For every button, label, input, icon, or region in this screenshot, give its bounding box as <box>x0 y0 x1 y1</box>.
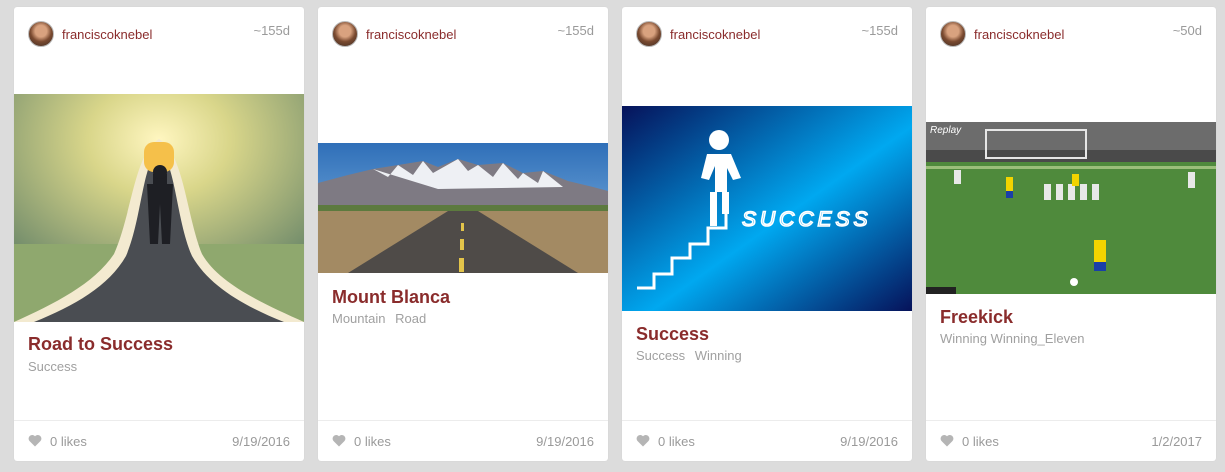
author-link[interactable]: franciscoknebel <box>62 27 152 42</box>
post-card[interactable]: franciscoknebel ~155d Mount Blanca Mount… <box>318 7 608 461</box>
tag[interactable]: Winning <box>695 348 742 363</box>
card-header: franciscoknebel ~155d <box>636 21 898 51</box>
post-title[interactable]: Road to Success <box>28 334 173 355</box>
likes-count: 0 likes <box>658 434 695 449</box>
post-image-freekick[interactable]: Replay <box>926 122 1216 294</box>
post-age: ~155d <box>253 23 290 38</box>
likes-count: 0 likes <box>962 434 999 449</box>
post-image-mount-blanca[interactable] <box>318 143 608 273</box>
post-date: 9/19/2016 <box>536 434 594 449</box>
success-graphic-text: SUCCESS <box>742 208 872 231</box>
post-title[interactable]: Freekick <box>940 307 1013 328</box>
post-age: ~50d <box>1172 23 1202 38</box>
post-date: 9/19/2016 <box>232 434 290 449</box>
post-tags: Mountain Road <box>332 311 432 326</box>
post-card[interactable]: franciscoknebel ~50d Replay Freekick Win… <box>926 7 1216 461</box>
heart-icon[interactable] <box>940 434 954 447</box>
heart-icon[interactable] <box>332 434 346 447</box>
avatar[interactable] <box>28 21 54 47</box>
avatar[interactable] <box>940 21 966 47</box>
author-link[interactable]: franciscoknebel <box>974 27 1064 42</box>
card-footer: 0 likes 9/19/2016 <box>318 420 608 461</box>
post-tags: Success Winning <box>636 348 748 363</box>
post-image-success[interactable]: SUCCESS <box>622 106 912 311</box>
tag[interactable]: Winning Winning_Eleven <box>940 331 1085 346</box>
avatar[interactable] <box>636 21 662 47</box>
post-title[interactable]: Mount Blanca <box>332 287 450 308</box>
likes-count: 0 likes <box>50 434 87 449</box>
card-footer: 0 likes 9/19/2016 <box>14 420 304 461</box>
post-card[interactable]: franciscoknebel ~155d SUCCESS Success Su… <box>622 7 912 461</box>
replay-label: Replay <box>930 125 962 136</box>
tag[interactable]: Success <box>28 359 77 374</box>
heart-icon[interactable] <box>636 434 650 447</box>
post-tags: Success <box>28 359 83 374</box>
heart-icon[interactable] <box>28 434 42 447</box>
author-link[interactable]: franciscoknebel <box>670 27 760 42</box>
post-age: ~155d <box>557 23 594 38</box>
tag[interactable]: Road <box>395 311 426 326</box>
post-title[interactable]: Success <box>636 324 709 345</box>
tag[interactable]: Mountain <box>332 311 385 326</box>
card-header: franciscoknebel ~155d <box>28 21 290 51</box>
post-tags: Winning Winning_Eleven <box>940 331 1091 346</box>
post-age: ~155d <box>861 23 898 38</box>
likes-count: 0 likes <box>354 434 391 449</box>
tag[interactable]: Success <box>636 348 685 363</box>
author-link[interactable]: franciscoknebel <box>366 27 456 42</box>
avatar[interactable] <box>332 21 358 47</box>
card-footer: 0 likes 9/19/2016 <box>622 420 912 461</box>
card-header: franciscoknebel ~155d <box>332 21 594 51</box>
post-date: 9/19/2016 <box>840 434 898 449</box>
post-date: 1/2/2017 <box>1151 434 1202 449</box>
post-card[interactable]: franciscoknebel ~155d Road to Success Su… <box>14 7 304 461</box>
card-footer: 0 likes 1/2/2017 <box>926 420 1216 461</box>
post-image-road-to-success[interactable] <box>14 94 304 322</box>
card-header: franciscoknebel ~50d <box>940 21 1202 51</box>
